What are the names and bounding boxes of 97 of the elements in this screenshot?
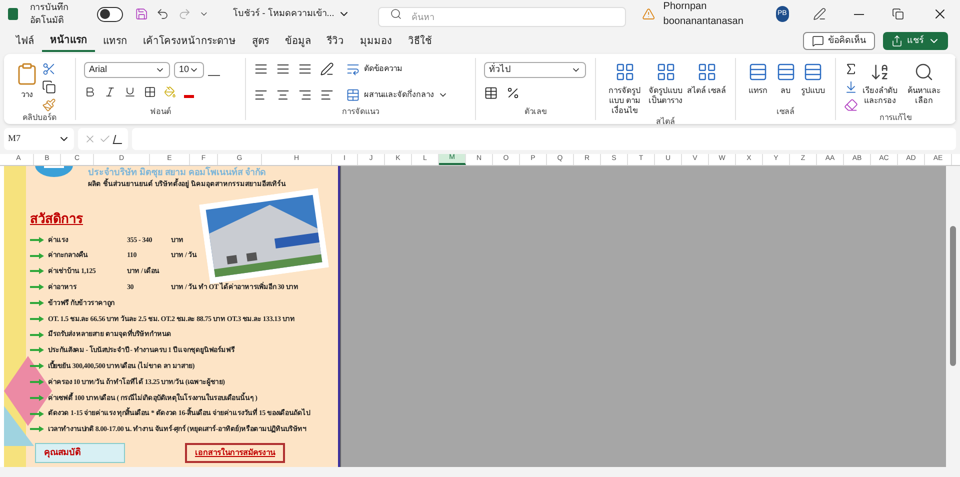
group-label: เซลล์ (776, 106, 796, 118)
ribbon-button[interactable]: วาง (12, 58, 42, 100)
font-name-field[interactable]: Arial (84, 62, 170, 78)
bold-icon (84, 86, 96, 98)
group-label: ฟอนต์ (149, 106, 172, 118)
wrap-text-button[interactable]: ตัดข้อความ (346, 62, 448, 76)
documents-box: เอกสารในการสมัครงาน (185, 443, 285, 464)
autosum-icon (844, 62, 858, 76)
scrollbar-thumb[interactable] (950, 226, 956, 366)
table-grid-icon (656, 62, 676, 82)
wrap-text-icon (346, 62, 360, 76)
autosave-label: การบันทึกอัตโนมัติ (30, 0, 69, 27)
cancel-icon (84, 133, 96, 145)
arrow-icon (30, 268, 44, 274)
arrow-icon (30, 332, 44, 338)
poster-title: ประจำบริษัท มิตซุย สยาม คอมโพเนนท์ส จำกัด (88, 166, 266, 178)
format-painter-icon (42, 98, 56, 112)
align-center-icon (276, 88, 290, 102)
group-label: ตัวเลข (524, 106, 548, 118)
ribbon-button[interactable]: จัดรูปแบบ เป็นตาราง (645, 58, 686, 106)
merge-cells-icon (346, 88, 360, 102)
enter-icon (98, 133, 110, 145)
ribbon-tab[interactable]: ข้อมูล (277, 30, 319, 52)
qualification-box: คุณสมบัติ (35, 443, 125, 464)
arrow-icon (30, 316, 44, 322)
user-name: Phornpan boonanantanasan (663, 0, 744, 29)
arrow-icon (30, 379, 44, 386)
arrow-icon (30, 236, 44, 243)
group-label: คลิปบอร์ด (22, 112, 58, 124)
search-icon (390, 8, 402, 20)
comments-button[interactable]: ข้อคิดเห็น (803, 32, 875, 50)
restore-button[interactable] (892, 8, 904, 20)
restore-icon (892, 8, 904, 20)
ribbon-tab[interactable]: รีวิว (319, 30, 352, 52)
arrow-icon (30, 363, 44, 370)
warning-icon (642, 6, 656, 22)
align-left-icon (254, 88, 268, 102)
arrow-icon (30, 426, 44, 432)
ribbon-tab[interactable]: เค้าโครงหน้ากระดาษ (135, 30, 244, 52)
group-label: การแก้ไข (878, 112, 912, 124)
arrow-icon (30, 284, 44, 290)
ribbon-button[interactable]: เรียงลำดับ และกรอง (858, 58, 902, 106)
number-format-field[interactable]: ทั่วไป (484, 62, 586, 78)
copy-icon (42, 80, 56, 94)
underline-icon (124, 86, 136, 98)
table-grid-icon (614, 62, 634, 82)
ribbon-button[interactable]: ลบ (772, 58, 800, 96)
clear-icon (844, 98, 858, 112)
ribbon-tab[interactable]: สูตร (244, 30, 277, 52)
autosave-toggle[interactable] (97, 6, 124, 22)
fill-icon (844, 80, 858, 94)
fill-color-icon (164, 86, 176, 98)
ribbon-tab[interactable]: แทรก (95, 30, 135, 52)
table-grid-icon (696, 62, 716, 82)
arrow-icon (30, 410, 44, 417)
rows-icon (803, 62, 824, 82)
arrow-icon (30, 252, 44, 259)
ribbon-button[interactable]: การจัดรูปแบบ ตามเงื่อนไข (604, 58, 645, 116)
search-field[interactable]: ค้นหา (378, 7, 626, 27)
arrow-icon (30, 394, 44, 401)
excel-logo-icon (8, 8, 18, 20)
name-box[interactable]: M7 (4, 128, 74, 150)
font-size-field[interactable]: 10 (174, 62, 204, 78)
group-label: สไตล์ (655, 116, 676, 128)
cut-icon (42, 62, 56, 76)
redo-icon (178, 6, 191, 22)
search-icon (914, 62, 934, 82)
ribbon-tab[interactable]: ไฟล์ (8, 30, 42, 52)
ribbon-tab[interactable]: มุมมอง (352, 30, 400, 52)
pen-icon (812, 6, 826, 22)
file-name[interactable]: โบชัวร์ - โหมดความเข้า... (232, 7, 350, 21)
undo-icon (156, 6, 170, 22)
ribbon-tab[interactable]: หน้าแรก (42, 30, 95, 52)
ribbon-tab[interactable]: วิธีใช้ (400, 30, 440, 52)
save-icon (135, 6, 148, 22)
align-top-icon (254, 62, 268, 76)
comment-icon (812, 35, 824, 47)
align-middle-icon (276, 62, 290, 76)
ribbon-button[interactable]: รูปแบบ (799, 58, 828, 96)
share-icon (891, 35, 903, 47)
align-right-icon (298, 88, 312, 102)
sort-icon (870, 62, 890, 82)
section-heading: สวัสดิการ (30, 210, 83, 228)
group-label: การจัดแนว (341, 106, 380, 118)
rows-icon (748, 62, 768, 82)
arrow-icon (30, 347, 44, 354)
share-button[interactable]: แชร์ (883, 32, 948, 50)
align-bottom-icon (298, 62, 312, 76)
rows-icon (776, 62, 796, 82)
italic-icon (104, 86, 116, 98)
percent-icon (506, 86, 520, 100)
merge-center-button[interactable]: ผสานและจัดกึ่งกลาง (346, 88, 448, 102)
borders-icon (144, 86, 156, 98)
arrow-icon (30, 300, 44, 306)
ribbon-button[interactable]: แทรก (744, 58, 772, 96)
ribbon-button[interactable]: ค้นหาและ เลือก (902, 58, 946, 106)
ribbon-button[interactable]: สไตล์ เซลล์ (686, 58, 727, 96)
